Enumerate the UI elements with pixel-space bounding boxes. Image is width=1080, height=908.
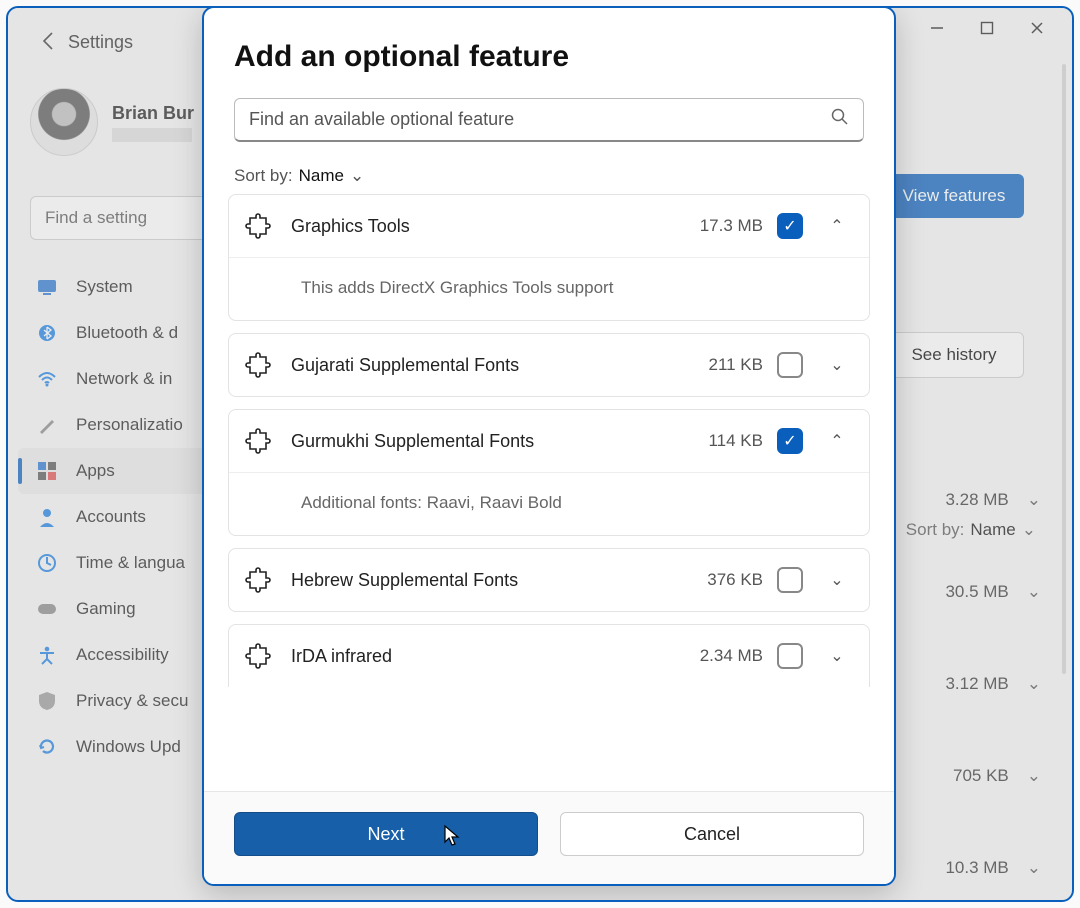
feature-row[interactable]: Gujarati Supplemental Fonts 211 KB ⌄ — [229, 334, 869, 396]
feature-gurmukhi-fonts: Gurmukhi Supplemental Fonts 114 KB ✓ ⌃ A… — [228, 409, 870, 536]
feature-hebrew-fonts: Hebrew Supplemental Fonts 376 KB ⌄ — [228, 548, 870, 612]
feature-size: 2.34 MB — [677, 646, 763, 666]
feature-row[interactable]: IrDA infrared 2.34 MB ⌄ — [229, 625, 869, 687]
sort-by-value: Name — [299, 166, 344, 186]
cancel-button[interactable]: Cancel — [560, 812, 864, 856]
feature-checkbox[interactable] — [777, 643, 803, 669]
chevron-up-icon[interactable]: ⌃ — [823, 216, 851, 236]
feature-size: 376 KB — [677, 570, 763, 590]
feature-checkbox[interactable] — [777, 352, 803, 378]
feature-row[interactable]: Graphics Tools 17.3 MB ✓ ⌃ — [229, 195, 869, 257]
feature-row[interactable]: Hebrew Supplemental Fonts 376 KB ⌄ — [229, 549, 869, 611]
puzzle-icon — [239, 213, 277, 239]
feature-description: Additional fonts: Raavi, Raavi Bold — [229, 472, 869, 535]
dialog-title: Add an optional feature — [234, 40, 864, 74]
feature-name: Graphics Tools — [291, 216, 663, 237]
sort-by-label: Sort by: — [234, 166, 293, 186]
dialog-footer: Next Cancel — [204, 791, 894, 884]
search-placeholder: Find an available optional feature — [249, 109, 821, 130]
feature-description: This adds DirectX Graphics Tools support — [229, 257, 869, 320]
feature-graphics-tools: Graphics Tools 17.3 MB ✓ ⌃ This adds Dir… — [228, 194, 870, 321]
chevron-down-icon[interactable]: ⌄ — [823, 355, 851, 375]
feature-checkbox[interactable]: ✓ — [777, 428, 803, 454]
puzzle-icon — [239, 352, 277, 378]
chevron-down-icon[interactable]: ⌄ — [823, 646, 851, 666]
feature-checkbox[interactable] — [777, 567, 803, 593]
feature-size: 114 KB — [677, 431, 763, 451]
feature-list: Graphics Tools 17.3 MB ✓ ⌃ This adds Dir… — [228, 194, 870, 687]
feature-size: 17.3 MB — [677, 216, 763, 236]
settings-window: Settings Brian Bur Find a setting System… — [6, 6, 1074, 902]
feature-name: Gurmukhi Supplemental Fonts — [291, 431, 663, 452]
feature-size: 211 KB — [677, 355, 763, 375]
next-button[interactable]: Next — [234, 812, 538, 856]
feature-row[interactable]: Gurmukhi Supplemental Fonts 114 KB ✓ ⌃ — [229, 410, 869, 472]
puzzle-icon — [239, 567, 277, 593]
chevron-up-icon[interactable]: ⌃ — [823, 431, 851, 451]
dialog-sort-by[interactable]: Sort by: Name ⌄ — [234, 166, 864, 186]
chevron-down-icon: ⌄ — [350, 166, 364, 186]
feature-gujarati-fonts: Gujarati Supplemental Fonts 211 KB ⌄ — [228, 333, 870, 397]
search-icon — [831, 108, 849, 131]
add-feature-dialog: Add an optional feature Find an availabl… — [202, 6, 896, 886]
feature-name: Hebrew Supplemental Fonts — [291, 570, 663, 591]
puzzle-icon — [239, 643, 277, 669]
feature-irda: IrDA infrared 2.34 MB ⌄ — [228, 624, 870, 687]
feature-checkbox[interactable]: ✓ — [777, 213, 803, 239]
feature-search-input[interactable]: Find an available optional feature — [234, 98, 864, 142]
feature-name: IrDA infrared — [291, 646, 663, 667]
chevron-down-icon[interactable]: ⌄ — [823, 570, 851, 590]
feature-name: Gujarati Supplemental Fonts — [291, 355, 663, 376]
puzzle-icon — [239, 428, 277, 454]
